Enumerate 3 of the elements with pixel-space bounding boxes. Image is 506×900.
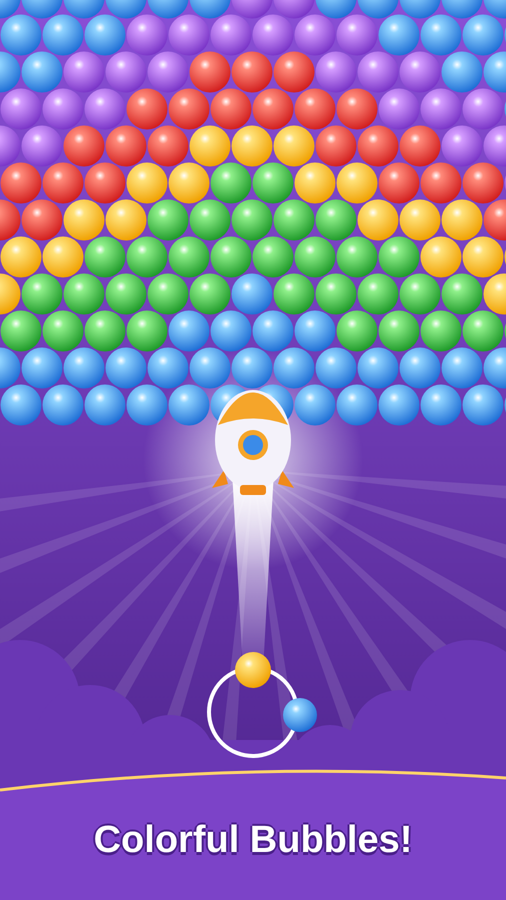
loaded-bubble: [235, 652, 271, 688]
next-bubble: [283, 698, 317, 732]
caption: Colorful Bubbles!: [94, 818, 412, 863]
